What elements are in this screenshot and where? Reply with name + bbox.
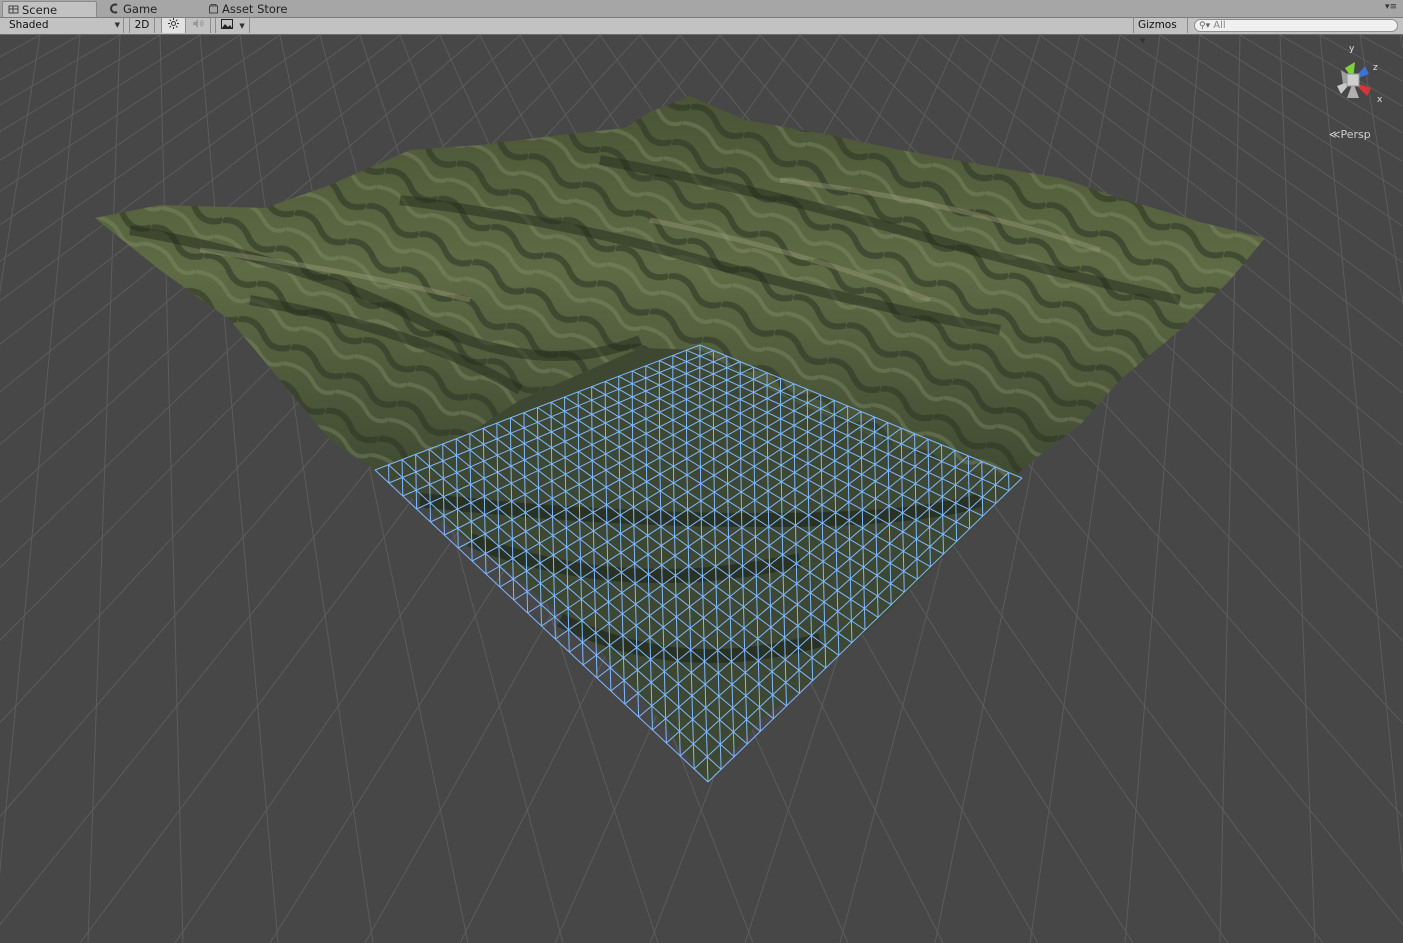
- window-menu-icon[interactable]: ▾≡: [1385, 2, 1397, 12]
- 2d-toggle-label: 2D: [134, 19, 150, 31]
- shading-mode-dropdown[interactable]: Shaded ▼: [0, 18, 124, 33]
- effects-dropdown[interactable]: ▼: [215, 18, 250, 33]
- asset-store-icon: [209, 4, 218, 14]
- tab-asset-store[interactable]: Asset Store: [203, 1, 313, 17]
- scene-search-input[interactable]: ⚲▾ All: [1194, 19, 1398, 32]
- projection-label: Persp: [1340, 128, 1371, 141]
- gizmos-dropdown[interactable]: Gizmos ▼: [1133, 18, 1188, 45]
- tab-scene[interactable]: Scene: [2, 1, 97, 17]
- 2d-toggle-button[interactable]: 2D: [129, 18, 155, 33]
- tab-game[interactable]: Game: [104, 1, 194, 17]
- gizmos-label: Gizmos: [1138, 19, 1177, 31]
- projection-toggle[interactable]: ≪Persp: [1329, 128, 1371, 141]
- audio-toggle-button[interactable]: [186, 18, 211, 33]
- tab-game-label: Game: [123, 2, 158, 16]
- scene-viewport[interactable]: [0, 35, 1403, 943]
- tab-bar: Scene Game Asset Store ▾≡: [0, 0, 1403, 18]
- orientation-gizmo[interactable]: y z x: [1313, 40, 1393, 120]
- sun-icon: [168, 18, 179, 29]
- search-placeholder: All: [1213, 20, 1226, 31]
- axis-label-y: y: [1349, 44, 1355, 54]
- scene-icon: [8, 5, 19, 14]
- search-icon: ⚲▾: [1199, 21, 1211, 31]
- lighting-toggle-button[interactable]: [161, 18, 186, 33]
- scene-toolbar: Shaded ▼ 2D ▼ Gizmos ▼ ⚲▾ All: [0, 18, 1403, 45]
- image-icon: [221, 19, 233, 29]
- tab-scene-label: Scene: [22, 3, 58, 17]
- axis-label-x: x: [1377, 95, 1383, 105]
- tab-asset-store-label: Asset Store: [222, 2, 288, 16]
- gizmo-center-cube[interactable]: [1346, 73, 1360, 87]
- game-icon: [110, 3, 118, 14]
- speaker-icon: [193, 19, 204, 28]
- chevron-down-icon: ▼: [114, 21, 120, 29]
- axis-label-z: z: [1373, 63, 1378, 73]
- shading-mode-label: Shaded: [9, 19, 49, 31]
- persp-icon: ≪: [1329, 128, 1341, 141]
- chevron-down-icon: ▼: [239, 22, 245, 30]
